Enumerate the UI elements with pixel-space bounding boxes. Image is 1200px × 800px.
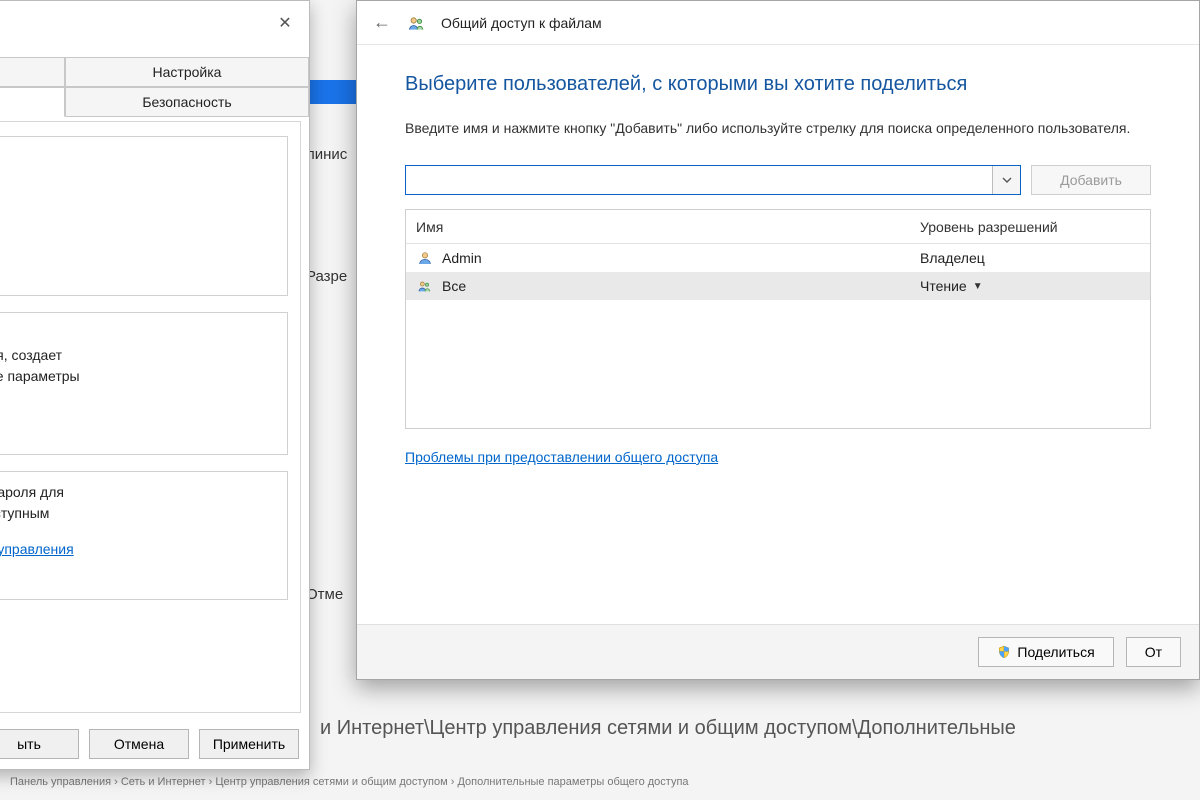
tab-sharing[interactable]: ступ: [0, 87, 65, 117]
cell-permission[interactable]: Чтение ▼: [910, 278, 1150, 294]
label: ательские разрешения, создает: [0, 345, 275, 367]
cancel-button[interactable]: От: [1126, 637, 1181, 667]
bg-label: линис: [306, 146, 347, 163]
cell-name: Admin: [406, 249, 910, 267]
instruction-text: Введите имя и нажмите кнопку "Добавить" …: [405, 118, 1151, 139]
bg-path-text: и Интернет\Центр управления сетями и общ…: [320, 717, 1016, 740]
network-center-link[interactable]: Центр управления: [0, 541, 74, 557]
cell-permission: Владелец: [910, 250, 1150, 266]
column-header-name[interactable]: Имя: [406, 219, 910, 235]
titlebar: ← Общий доступ к файлам: [357, 1, 1199, 45]
label: т доступ к папкам, доступным: [0, 503, 275, 525]
troubleshoot-link[interactable]: Проблемы при предоставлении общего досту…: [405, 449, 718, 465]
people-icon: [407, 13, 427, 33]
column-header-permission[interactable]: Уровень разрешений: [910, 219, 1150, 235]
chevron-down-icon[interactable]: ▼: [973, 281, 983, 292]
tab-security[interactable]: Безопасность: [65, 87, 309, 117]
properties-dialog: ✕ и Настройка ступ Безопасность файлам и…: [0, 0, 310, 770]
bg-label: Отме: [306, 586, 343, 603]
group-icon: [416, 277, 434, 295]
breadcrumb: Панель управления › Сеть и Интернет › Це…: [0, 776, 689, 788]
label: туп: [0, 197, 275, 219]
tab-settings[interactable]: Настройка: [65, 57, 309, 87]
permission-label: Чтение: [920, 278, 967, 294]
ok-button[interactable]: ыть: [0, 729, 79, 759]
properties-body: файлам и папкам туп бщего доступа ательс…: [0, 121, 301, 713]
list-row[interactable]: Admin Владелец: [406, 244, 1150, 272]
label: ие учетной записи и пароля для: [0, 482, 275, 504]
shield-icon: [997, 645, 1011, 659]
apply-button[interactable]: Применить: [199, 729, 299, 759]
close-icon[interactable]: ✕: [271, 9, 299, 37]
tab-strip: и Настройка ступ Безопасность: [0, 57, 309, 117]
cell-name: Все: [406, 277, 910, 295]
user-name-label: Все: [442, 278, 466, 294]
user-combobox[interactable]: [405, 165, 1021, 195]
user-list: Имя Уровень разрешений Admin Владелец Все Ч…: [405, 209, 1151, 429]
share-button[interactable]: Поделиться: [978, 637, 1113, 667]
chevron-down-icon[interactable]: [992, 166, 1020, 194]
label: файлам и папкам: [0, 147, 275, 169]
label: ругие дополнительные параметры: [0, 366, 275, 388]
share-button-label: Поделиться: [1017, 644, 1094, 660]
bg-label: Разре: [306, 268, 347, 285]
add-button[interactable]: Добавить: [1031, 165, 1151, 195]
list-row[interactable]: Все Чтение ▼: [406, 272, 1150, 300]
user-input[interactable]: [406, 166, 992, 194]
cancel-button[interactable]: Отмена: [89, 729, 189, 759]
tab-generic-1[interactable]: и: [0, 57, 65, 87]
back-icon[interactable]: ←: [371, 12, 393, 33]
file-sharing-dialog: ← Общий доступ к файлам Выберите пользов…: [356, 0, 1200, 680]
permission-label: Владелец: [920, 250, 985, 266]
user-name-label: Admin: [442, 250, 482, 266]
dialog-title: Общий доступ к файлам: [441, 15, 602, 31]
label: бщего доступа: [0, 323, 275, 345]
background-accent-stripe: [310, 80, 360, 104]
page-heading: Выберите пользователей, с которыми вы хо…: [405, 73, 1151, 96]
user-icon: [416, 249, 434, 267]
